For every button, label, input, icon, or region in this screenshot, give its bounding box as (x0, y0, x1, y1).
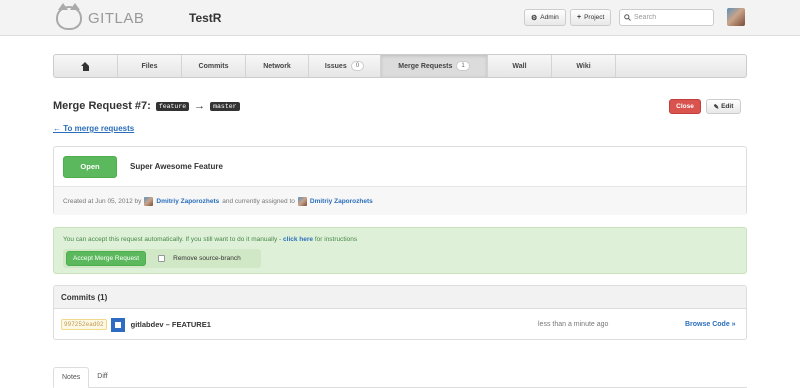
tab-label: Files (141, 62, 158, 70)
tab-diff[interactable]: Diff (89, 366, 115, 387)
source-branch-label: feature (155, 101, 190, 111)
tab-notes[interactable]: Notes (53, 367, 90, 388)
tab-commits[interactable]: Commits (182, 55, 246, 77)
new-project-button[interactable]: + Project (570, 9, 612, 26)
tab-network[interactable]: Network (246, 55, 309, 77)
assignee-link[interactable]: Dmitriy Zaporozhets (310, 198, 373, 205)
edit-label: Edit (721, 103, 734, 110)
edit-button[interactable]: ✎ Edit (706, 99, 741, 114)
merge-request-name: Super Awesome Feature (130, 162, 223, 171)
commits-panel: Commits (1) 997252ead02 gitlabdev – FEAT… (53, 285, 747, 340)
tab-wall[interactable]: Wall (488, 55, 552, 77)
commit-message: gitlabdev – FEATURE1 (130, 320, 211, 329)
brand-name: GITLAB (88, 9, 145, 27)
accept-merge-request-button[interactable]: Accept Merge Request (66, 251, 147, 266)
project-nav: Files Commits Network Issues 0 Merge Req… (53, 54, 747, 78)
arrow-right-icon: → (194, 100, 206, 112)
accept-notice-tail: for instructions (314, 236, 358, 243)
tab-label: Wall (512, 62, 527, 70)
remove-source-branch-checkbox[interactable] (158, 255, 166, 262)
search-input[interactable] (634, 14, 704, 21)
tab-label: Merge Requests (398, 62, 453, 70)
commit-time: less than a minute ago (538, 321, 609, 328)
edit-icon: ✎ (713, 103, 720, 111)
tab-issues[interactable]: Issues 0 (309, 55, 381, 77)
close-button[interactable]: Close (669, 99, 701, 114)
back-to-merge-requests-link[interactable]: ← To merge requests (53, 124, 134, 133)
top-bar: GITLAB TestR ⚙ Admin + Project (0, 0, 800, 36)
accept-notice: You can accept this request automaticall… (63, 236, 282, 243)
search-icon (624, 14, 631, 21)
issues-count-badge: 0 (350, 61, 365, 71)
manual-instructions-link[interactable]: click here (283, 236, 313, 243)
gear-icon: ⚙ (531, 14, 538, 22)
new-project-label: Project (584, 14, 605, 21)
tab-label: Network (263, 62, 291, 70)
status-badge: Open (63, 155, 117, 178)
project-title[interactable]: TestR (189, 11, 221, 25)
gitlab-logo[interactable]: GITLAB (56, 3, 145, 30)
accept-actions: Accept Merge Request Remove source-branc… (63, 249, 261, 268)
tab-wiki[interactable]: Wiki (552, 55, 616, 77)
merge-requests-count-badge: 1 (456, 61, 470, 71)
accept-merge-panel: You can accept this request automaticall… (53, 227, 747, 274)
search-box[interactable] (619, 9, 714, 26)
tab-merge-requests[interactable]: Merge Requests 1 (381, 55, 488, 77)
merge-request-info: Open Super Awesome Feature Created at Ju… (53, 146, 747, 215)
tab-label: Issues (324, 62, 347, 70)
table-row: 997252ead02 gitlabdev – FEATURE1 less th… (54, 309, 746, 339)
notes-diff-tabs: Notes Diff (53, 357, 747, 388)
tab-label: Wiki (576, 62, 591, 70)
created-text: Created at Jun 05, 2012 by (63, 197, 142, 205)
tab-files[interactable]: Files (118, 55, 182, 77)
admin-label: Admin (540, 14, 559, 21)
merge-request-heading: Merge Request #7: feature → master (53, 100, 240, 112)
commits-heading: Commits (1) (54, 286, 746, 309)
gitlab-cat-icon (56, 3, 82, 30)
page-title: Merge Request #7: (53, 100, 151, 112)
tab-home[interactable] (54, 55, 118, 77)
browse-code-link[interactable]: Browse Code » (685, 321, 736, 328)
identicon-avatar (110, 317, 125, 332)
target-branch-label: master (210, 101, 240, 111)
assigned-text: and currently assigned to (222, 197, 295, 205)
remove-source-branch-label: Remove source-branch (173, 255, 241, 262)
home-icon (81, 61, 90, 71)
tab-label: Commits (198, 62, 229, 70)
user-avatar[interactable] (727, 8, 745, 26)
commit-sha[interactable]: 997252ead02 (61, 319, 107, 330)
author-avatar (144, 196, 154, 206)
plus-icon: + (577, 14, 582, 21)
assignee-avatar (297, 196, 307, 206)
admin-button[interactable]: ⚙ Admin (524, 9, 566, 26)
author-link[interactable]: Dmitriy Zaporozhets (156, 198, 219, 205)
